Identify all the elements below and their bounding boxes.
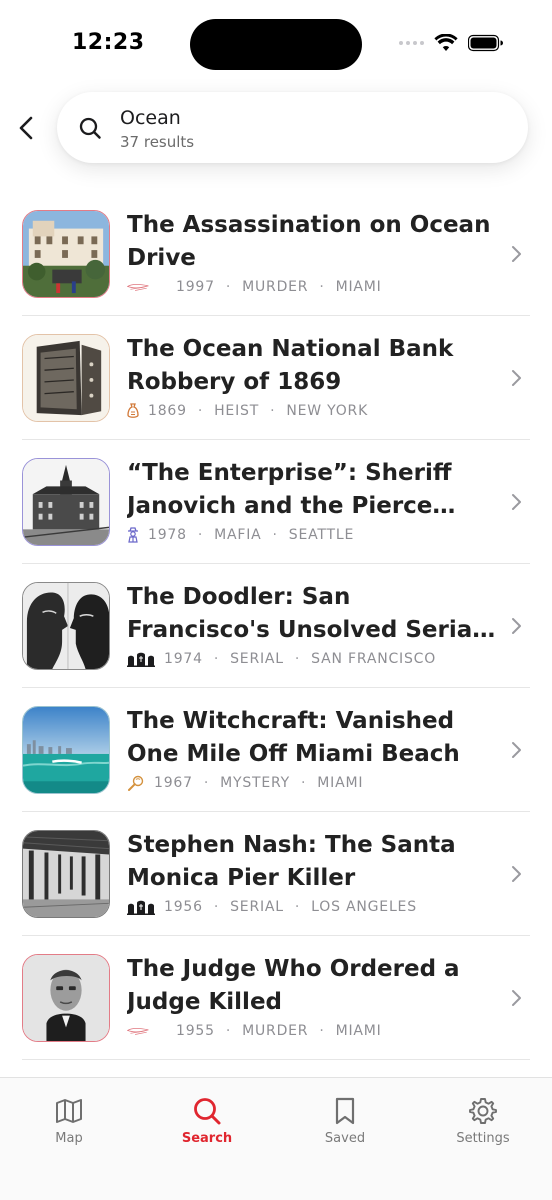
chevron-right-icon [512, 618, 521, 634]
result-row[interactable]: “The Enterprise”: Sheriff Janovich and t… [22, 440, 530, 564]
result-meta: 1974 · SERIAL · SAN FRANCISCO [127, 651, 436, 667]
result-thumbnail [22, 954, 110, 1042]
result-category: HEIST [214, 403, 260, 419]
result-year: 1997 [176, 279, 215, 295]
result-meta: 1997 · MURDER · MIAMI [127, 279, 382, 295]
result-thumbnail [22, 458, 110, 546]
tab-settings[interactable]: Settings [433, 1096, 533, 1146]
result-meta: 1956 · SERIAL · LOS ANGELES [127, 899, 417, 915]
graves-icon [127, 899, 155, 915]
money-bag-icon [127, 403, 139, 419]
result-count: 37 results [120, 133, 195, 151]
status-time: 12:23 [72, 30, 145, 55]
tab-search[interactable]: Search [157, 1096, 257, 1146]
result-category: SERIAL [230, 899, 284, 915]
knife-icon [127, 279, 149, 295]
status-icons [399, 34, 504, 52]
result-year: 1967 [154, 775, 193, 791]
result-thumbnail [22, 582, 110, 670]
cellular-signal-icon [399, 41, 424, 45]
result-city: MIAMI [335, 1023, 382, 1039]
gear-icon [469, 1098, 497, 1124]
result-city: SEATTLE [288, 527, 355, 543]
result-title: Stephen Nash: The Santa Monica Pier Kill… [127, 832, 456, 891]
tab-label: Saved [324, 1131, 366, 1146]
result-title: The Judge Who Ordered a Judge Killed [127, 956, 460, 1015]
result-row[interactable]: The Judge Who Ordered a Judge Killed 195… [22, 936, 530, 1060]
chevron-right-icon [512, 866, 521, 882]
result-category: MAFIA [214, 527, 262, 543]
magnifier-icon [127, 775, 145, 791]
chevron-right-icon [512, 742, 521, 758]
result-category: MURDER [242, 1023, 309, 1039]
result-meta: 1869 · HEIST · NEW YORK [127, 403, 368, 419]
result-title: The Witchcraft: Vanished One Mile Off Mi… [127, 708, 460, 767]
graves-icon [127, 651, 155, 667]
result-row[interactable]: The Doodler: San Francisco's Unsolved Se… [22, 564, 530, 688]
chevron-right-icon [512, 990, 521, 1006]
wifi-icon [434, 34, 458, 51]
search-query[interactable]: Ocean [120, 107, 181, 129]
result-category: MYSTERY [220, 775, 291, 791]
result-title: The Assassination on Ocean Drive [127, 212, 491, 271]
status-bar: 12:23 [0, 0, 552, 88]
battery-icon [468, 34, 503, 52]
tab-map[interactable]: Map [19, 1096, 119, 1146]
result-category: MURDER [242, 279, 309, 295]
bookmark-icon [335, 1097, 355, 1125]
result-row[interactable]: The Assassination on Ocean Drive 1997 · … [22, 192, 530, 316]
result-row[interactable]: Stephen Nash: The Santa Monica Pier Kill… [22, 812, 530, 936]
back-button[interactable] [10, 110, 42, 146]
mobster-icon [127, 527, 139, 543]
tab-bar: Map Search Saved Settings [0, 1077, 552, 1200]
result-row[interactable]: The Ocean National Bank Robbery of 1869 … [22, 316, 530, 440]
result-title: The Ocean National Bank Robbery of 1869 [127, 336, 454, 395]
result-year: 1955 [176, 1023, 215, 1039]
chevron-right-icon [512, 370, 521, 386]
result-meta: 1967 · MYSTERY · MIAMI [127, 775, 363, 791]
map-icon [56, 1099, 82, 1123]
tab-saved[interactable]: Saved [295, 1096, 395, 1146]
result-city: MIAMI [317, 775, 364, 791]
result-city: MIAMI [335, 279, 382, 295]
result-meta: 1955 · MURDER · MIAMI [127, 1023, 382, 1039]
tab-label: Map [55, 1131, 83, 1146]
result-category: SERIAL [230, 651, 284, 667]
result-thumbnail [22, 210, 110, 298]
result-city: LOS ANGELES [311, 899, 417, 915]
result-year: 1869 [148, 403, 187, 419]
result-title: “The Enterprise”: Sheriff Janovich and t… [127, 460, 452, 519]
result-city: NEW YORK [286, 403, 369, 419]
result-thumbnail [22, 334, 110, 422]
chevron-right-icon [512, 246, 521, 262]
result-thumbnail [22, 830, 110, 918]
knife-icon [127, 1023, 149, 1039]
search-icon [194, 1098, 221, 1125]
result-meta: 1978 · MAFIA · SEATTLE [127, 527, 354, 543]
tab-label: Search [181, 1131, 233, 1146]
chevron-left-icon [19, 116, 33, 140]
search-bar[interactable]: Ocean 37 results [57, 92, 528, 163]
result-title: The Doodler: San Francisco's Unsolved Se… [127, 584, 481, 643]
result-city: SAN FRANCISCO [311, 651, 437, 667]
result-year: 1978 [148, 527, 187, 543]
result-year: 1956 [164, 899, 203, 915]
result-year: 1974 [164, 651, 203, 667]
result-thumbnail [22, 706, 110, 794]
result-row[interactable]: The Witchcraft: Vanished One Mile Off Mi… [22, 688, 530, 812]
search-icon [79, 117, 101, 139]
tab-label: Settings [456, 1131, 510, 1146]
results-list: The Assassination on Ocean Drive 1997 · … [0, 192, 552, 1060]
chevron-right-icon [512, 494, 521, 510]
dynamic-island [190, 19, 362, 70]
